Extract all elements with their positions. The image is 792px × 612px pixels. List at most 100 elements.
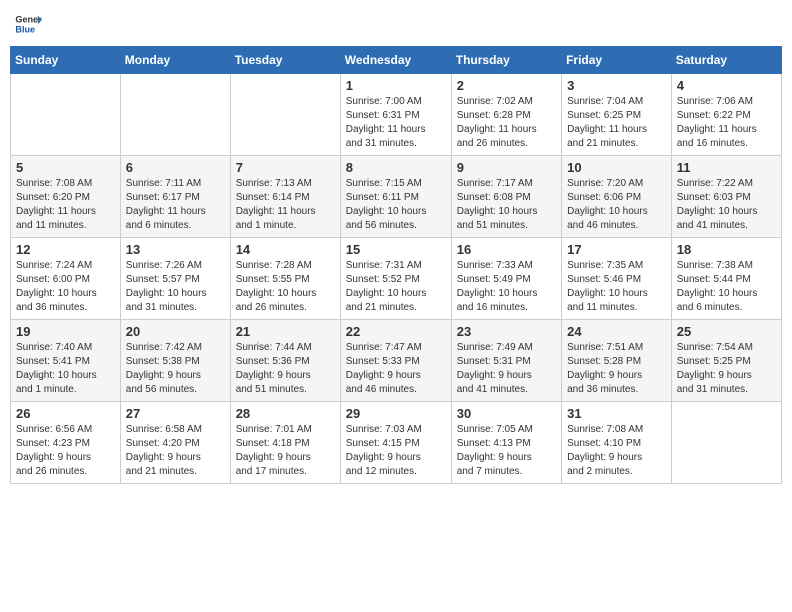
day-number: 26: [16, 406, 115, 421]
calendar-cell: 20Sunrise: 7:42 AM Sunset: 5:38 PM Dayli…: [120, 320, 230, 402]
day-number: 16: [457, 242, 556, 257]
day-number: 19: [16, 324, 115, 339]
calendar-header: SundayMondayTuesdayWednesdayThursdayFrid…: [11, 47, 782, 74]
day-number: 27: [126, 406, 225, 421]
day-info: Sunrise: 7:38 AM Sunset: 5:44 PM Dayligh…: [677, 259, 776, 315]
calendar-cell: 14 Sunrise: 7:28 AM Sunset: 5:55 PM Dayli…: [230, 238, 340, 320]
calendar-cell: 17 Sunrise: 7:35 AM Sunset: 5:46 PM Dayli…: [562, 238, 672, 320]
week-row-4: 19 Sunrise: 7:40 AM Sunset: 5:41 PM Dayli…: [11, 320, 782, 402]
day-number: 1: [346, 78, 446, 93]
calendar-cell: 24 Sunrise: 7:51 AM Sunset: 5:28 PM Dayli…: [562, 320, 672, 402]
day-number: 18: [677, 242, 776, 257]
day-number: 21: [236, 324, 335, 339]
day-info: Sunrise: 7:05 AM Sunset: 4:13 PM Dayligh…: [457, 423, 556, 479]
logo: General Blue: [14, 10, 42, 38]
logo-icon: General Blue: [14, 10, 42, 38]
weekday-header-sunday: Sunday: [11, 47, 121, 74]
weekday-header-wednesday: Wednesday: [340, 47, 451, 74]
weekday-header-thursday: Thursday: [451, 47, 561, 74]
calendar-cell: 5 Sunrise: 7:08 AM Sunset: 6:20 PM Daylig…: [11, 156, 121, 238]
calendar-cell: 28 Sunrise: 7:01 AM Sunset: 4:18 PM Dayli…: [230, 402, 340, 484]
day-info: Sunrise: 7:35 AM Sunset: 5:46 PM Dayligh…: [567, 259, 666, 315]
day-number: 17: [567, 242, 666, 257]
day-info: Sunrise: 7:20 AM Sunset: 6:06 PM Dayligh…: [567, 177, 666, 233]
day-info: Sunrise: 7:54 AM Sunset: 5:25 PM Dayligh…: [677, 341, 776, 397]
week-row-5: 26 Sunrise: 6:56 AM Sunset: 4:23 PM Dayli…: [11, 402, 782, 484]
weekday-header-friday: Friday: [562, 47, 672, 74]
calendar-cell: 1 Sunrise: 7:00 AM Sunset: 6:31 PM Daylig…: [340, 74, 451, 156]
calendar-cell: 9 Sunrise: 7:17 AM Sunset: 6:08 PM Daylig…: [451, 156, 561, 238]
calendar-cell: 4 Sunrise: 7:06 AM Sunset: 6:22 PM Daylig…: [671, 74, 781, 156]
calendar-cell: 11Sunrise: 7:22 AM Sunset: 6:03 PM Dayli…: [671, 156, 781, 238]
day-number: 5: [16, 160, 115, 175]
day-number: 22: [346, 324, 446, 339]
week-row-2: 5 Sunrise: 7:08 AM Sunset: 6:20 PM Daylig…: [11, 156, 782, 238]
day-number: 24: [567, 324, 666, 339]
calendar-table: SundayMondayTuesdayWednesdayThursdayFrid…: [10, 46, 782, 484]
week-row-3: 12 Sunrise: 7:24 AM Sunset: 6:00 PM Dayli…: [11, 238, 782, 320]
day-info: Sunrise: 7:11 AM Sunset: 6:17 PM Dayligh…: [126, 177, 225, 233]
day-number: 11: [677, 160, 776, 175]
day-info: Sunrise: 7:24 AM Sunset: 6:00 PM Dayligh…: [16, 259, 115, 315]
calendar-cell: 8Sunrise: 7:15 AM Sunset: 6:11 PM Daylig…: [340, 156, 451, 238]
calendar-cell: 25Sunrise: 7:54 AM Sunset: 5:25 PM Dayli…: [671, 320, 781, 402]
calendar-cell: 2 Sunrise: 7:02 AM Sunset: 6:28 PM Daylig…: [451, 74, 561, 156]
day-info: Sunrise: 7:33 AM Sunset: 5:49 PM Dayligh…: [457, 259, 556, 315]
calendar-cell: 13Sunrise: 7:26 AM Sunset: 5:57 PM Dayli…: [120, 238, 230, 320]
day-number: 29: [346, 406, 446, 421]
day-info: Sunrise: 6:56 AM Sunset: 4:23 PM Dayligh…: [16, 423, 115, 479]
day-info: Sunrise: 7:44 AM Sunset: 5:36 PM Dayligh…: [236, 341, 335, 397]
day-info: Sunrise: 7:49 AM Sunset: 5:31 PM Dayligh…: [457, 341, 556, 397]
calendar-cell: 31Sunrise: 7:08 AM Sunset: 4:10 PM Dayli…: [562, 402, 672, 484]
weekday-header-saturday: Saturday: [671, 47, 781, 74]
calendar-cell: 22Sunrise: 7:47 AM Sunset: 5:33 PM Dayli…: [340, 320, 451, 402]
day-info: Sunrise: 7:02 AM Sunset: 6:28 PM Dayligh…: [457, 95, 556, 151]
day-info: Sunrise: 7:06 AM Sunset: 6:22 PM Dayligh…: [677, 95, 776, 151]
day-number: 31: [567, 406, 666, 421]
day-info: Sunrise: 7:31 AM Sunset: 5:52 PM Dayligh…: [346, 259, 446, 315]
calendar-cell: 3Sunrise: 7:04 AM Sunset: 6:25 PM Daylig…: [562, 74, 672, 156]
calendar-cell: 26 Sunrise: 6:56 AM Sunset: 4:23 PM Dayli…: [11, 402, 121, 484]
calendar-cell: 10 Sunrise: 7:20 AM Sunset: 6:06 PM Dayli…: [562, 156, 672, 238]
day-number: 7: [236, 160, 335, 175]
day-info: Sunrise: 7:42 AM Sunset: 5:38 PM Dayligh…: [126, 341, 225, 397]
day-info: Sunrise: 7:40 AM Sunset: 5:41 PM Dayligh…: [16, 341, 115, 397]
calendar-cell: 23Sunrise: 7:49 AM Sunset: 5:31 PM Dayli…: [451, 320, 561, 402]
day-number: 28: [236, 406, 335, 421]
day-number: 9: [457, 160, 556, 175]
calendar-cell: 18 Sunrise: 7:38 AM Sunset: 5:44 PM Dayli…: [671, 238, 781, 320]
calendar-cell: 6 Sunrise: 7:11 AM Sunset: 6:17 PM Daylig…: [120, 156, 230, 238]
day-info: Sunrise: 7:04 AM Sunset: 6:25 PM Dayligh…: [567, 95, 666, 151]
calendar-cell: 21 Sunrise: 7:44 AM Sunset: 5:36 PM Dayli…: [230, 320, 340, 402]
calendar-cell: [230, 74, 340, 156]
day-info: Sunrise: 6:58 AM Sunset: 4:20 PM Dayligh…: [126, 423, 225, 479]
calendar-cell: [11, 74, 121, 156]
calendar-cell: 16 Sunrise: 7:33 AM Sunset: 5:49 PM Dayli…: [451, 238, 561, 320]
page-header: General Blue: [10, 10, 782, 38]
day-info: Sunrise: 7:03 AM Sunset: 4:15 PM Dayligh…: [346, 423, 446, 479]
calendar-cell: 30Sunrise: 7:05 AM Sunset: 4:13 PM Dayli…: [451, 402, 561, 484]
day-info: Sunrise: 7:01 AM Sunset: 4:18 PM Dayligh…: [236, 423, 335, 479]
weekday-row: SundayMondayTuesdayWednesdayThursdayFrid…: [11, 47, 782, 74]
day-info: Sunrise: 7:08 AM Sunset: 6:20 PM Dayligh…: [16, 177, 115, 233]
day-number: 4: [677, 78, 776, 93]
day-number: 14: [236, 242, 335, 257]
day-info: Sunrise: 7:51 AM Sunset: 5:28 PM Dayligh…: [567, 341, 666, 397]
day-info: Sunrise: 7:17 AM Sunset: 6:08 PM Dayligh…: [457, 177, 556, 233]
calendar-cell: 19 Sunrise: 7:40 AM Sunset: 5:41 PM Dayli…: [11, 320, 121, 402]
calendar-cell: 15 Sunrise: 7:31 AM Sunset: 5:52 PM Dayli…: [340, 238, 451, 320]
calendar-cell: 12 Sunrise: 7:24 AM Sunset: 6:00 PM Dayli…: [11, 238, 121, 320]
day-info: Sunrise: 7:00 AM Sunset: 6:31 PM Dayligh…: [346, 95, 446, 151]
calendar-cell: [671, 402, 781, 484]
day-info: Sunrise: 7:26 AM Sunset: 5:57 PM Dayligh…: [126, 259, 225, 315]
day-info: Sunrise: 7:28 AM Sunset: 5:55 PM Dayligh…: [236, 259, 335, 315]
day-number: 15: [346, 242, 446, 257]
day-number: 12: [16, 242, 115, 257]
calendar-cell: [120, 74, 230, 156]
calendar-cell: 27 Sunrise: 6:58 AM Sunset: 4:20 PM Dayli…: [120, 402, 230, 484]
day-number: 2: [457, 78, 556, 93]
day-number: 6: [126, 160, 225, 175]
day-number: 10: [567, 160, 666, 175]
calendar-cell: 7Sunrise: 7:13 AM Sunset: 6:14 PM Daylig…: [230, 156, 340, 238]
day-number: 8: [346, 160, 446, 175]
